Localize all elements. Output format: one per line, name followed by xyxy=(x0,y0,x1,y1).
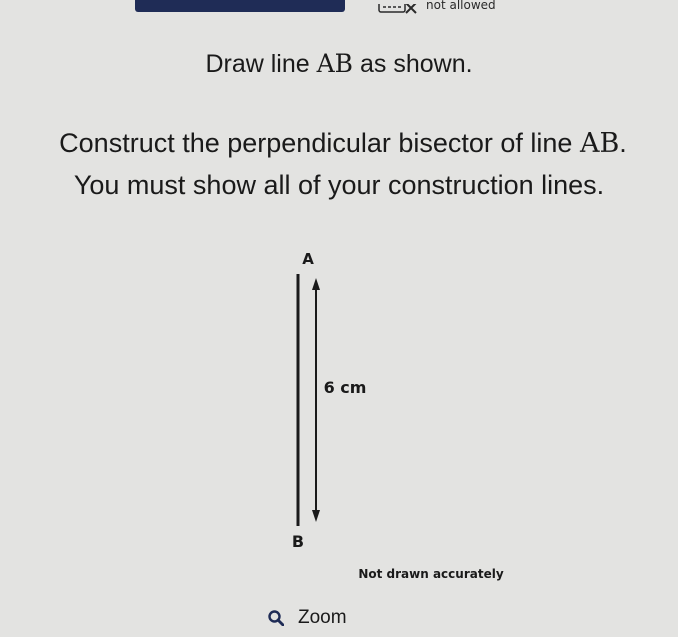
zoom-label: Zoom xyxy=(298,607,347,628)
not-drawn-note: Not drawn accurately xyxy=(358,567,503,581)
arrowhead-up-icon xyxy=(312,278,320,290)
zoom-button[interactable]: Zoom xyxy=(268,607,347,629)
arrowhead-down-icon xyxy=(312,510,320,522)
point-b-label: B xyxy=(292,532,304,551)
line-ab-diagram: A B 6 cm Not drawn accurately xyxy=(292,250,504,581)
point-a-label: A xyxy=(302,250,314,268)
length-label: 6 cm xyxy=(324,378,367,397)
magnifier-icon xyxy=(268,610,285,627)
